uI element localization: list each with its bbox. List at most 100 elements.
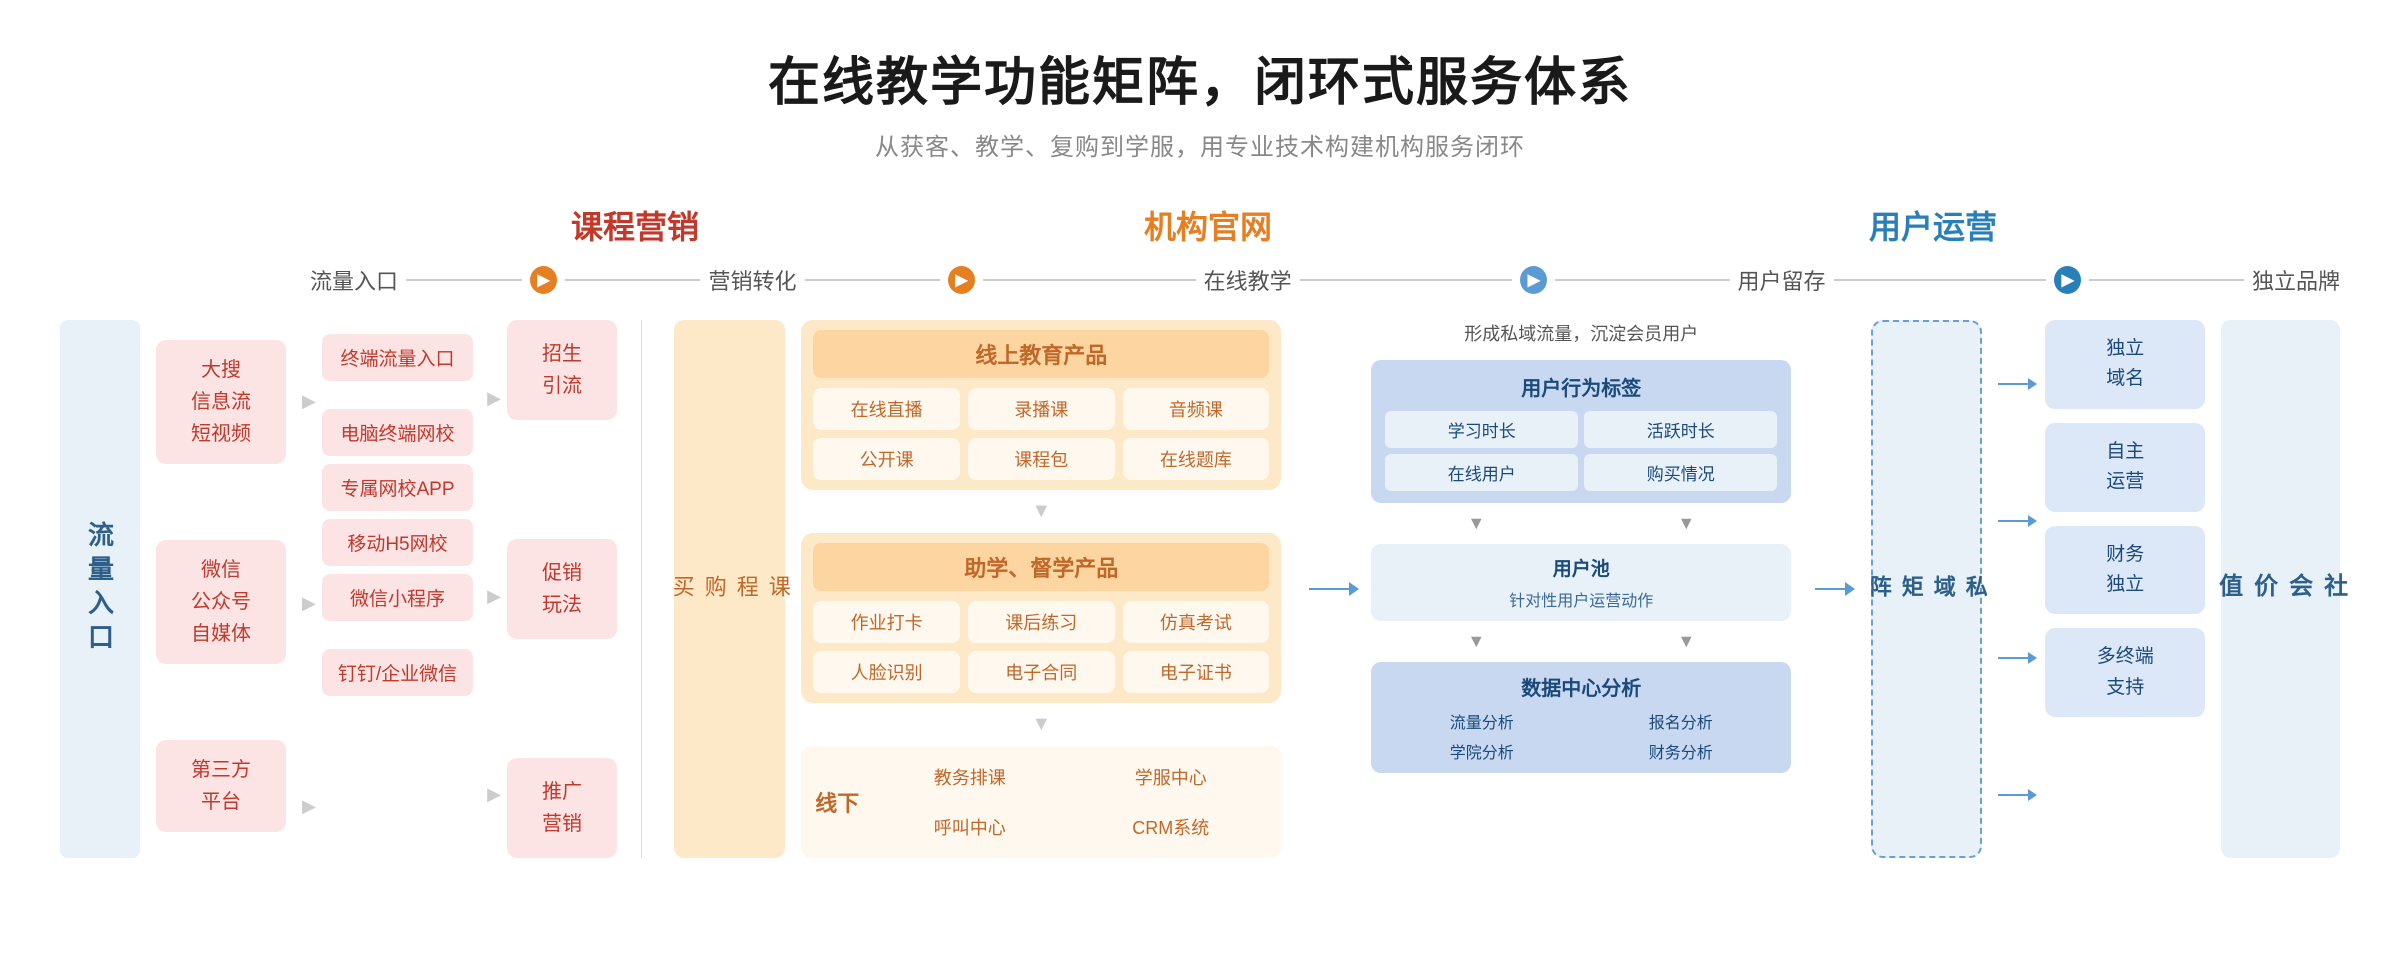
flow-bar: 流量入口 ▶ 营销转化 ▶ 在线教学 ▶ 用户留存 ▶ 独立品牌 — [60, 264, 2340, 296]
online-items-grid: 在线直播 录播课 音频课 公开课 课程包 在线题库 — [813, 388, 1269, 480]
online-item-4: 课程包 — [968, 438, 1115, 480]
arrow-to-private — [1815, 582, 1855, 596]
traffic-source-1: 微信公众号自媒体 — [156, 540, 286, 664]
user-retention-section: 形成私域流量，沉淀会员用户 用户行为标签 学习时长 活跃时长 在线用户 购买情况… — [1371, 320, 1791, 858]
down-arrow-2: ▼ — [801, 713, 1281, 736]
user-pool-title: 用户池 — [1385, 554, 1777, 581]
flow-line-2 — [565, 279, 700, 281]
arrow-to-retention — [1309, 582, 1359, 596]
header: 在线教学功能矩阵，闭环式服务体系 从获客、教学、复购到学服，用专业技术构建机构服… — [60, 40, 2340, 162]
offline-label: 线下 — [815, 786, 859, 818]
divider-1 — [641, 320, 642, 858]
left-traffic-label: 流量入口 — [60, 320, 140, 858]
cat-operations: 用户运营 — [1526, 202, 2340, 248]
brand-item-2: 财务独立 — [2045, 526, 2205, 615]
brand-item-1: 自主运营 — [2045, 423, 2205, 512]
data-center-box: 数据中心分析 流量分析 报名分析 学院分析 财务分析 — [1371, 662, 1791, 773]
page-title: 在线教学功能矩阵，闭环式服务体系 — [60, 40, 2340, 115]
down-arrows-row: ▼ ▼ — [1371, 513, 1791, 534]
terminal-flow-2: 专属网校APP — [322, 464, 473, 511]
brand-items-section: 独立域名 自主运营 财务独立 多终端支持 — [2045, 320, 2205, 858]
conversion-1: 促销玩法 — [507, 539, 617, 639]
assist-item-1: 课后练习 — [968, 601, 1115, 643]
flow-line-6 — [1555, 279, 1729, 281]
conversion-2: 推广营销 — [507, 758, 617, 858]
online-item-3: 公开课 — [813, 438, 960, 480]
terminal-flow-1: 电脑终端网校 — [322, 409, 473, 456]
flow-step-2: 营销转化 — [708, 264, 796, 296]
assist-item-3: 人脸识别 — [813, 651, 960, 693]
terminal-flow-5: 钉钉/企业微信 — [322, 649, 473, 696]
brand-item-0: 独立域名 — [2045, 320, 2205, 409]
down-arrow-1: ▼ — [801, 500, 1281, 523]
behavior-tag-0: 学习时长 — [1385, 411, 1578, 448]
behavior-tag-3: 购买情况 — [1584, 454, 1777, 491]
offline-item-3: CRM系统 — [1074, 806, 1267, 848]
categories-row: 课程营销 机构官网 用户运营 — [60, 202, 2340, 248]
flow-line-5 — [1300, 279, 1513, 281]
flow-step-3: 在线教学 — [1204, 264, 1292, 296]
assist-box: 助学、督学产品 作业打卡 课后练习 仿真考试 人脸识别 电子合同 电子证书 — [801, 533, 1281, 703]
assist-item-0: 作业打卡 — [813, 601, 960, 643]
course-purchase-label: 课程购买 — [674, 320, 785, 858]
data-item-2: 学院分析 — [1385, 739, 1578, 763]
data-item-3: 财务分析 — [1584, 739, 1777, 763]
data-item-1: 报名分析 — [1584, 709, 1777, 733]
assist-item-4: 电子合同 — [968, 651, 1115, 693]
brand-item-3: 多终端支持 — [2045, 628, 2205, 717]
online-edu-title: 线上教育产品 — [813, 330, 1269, 378]
offline-items: 教务排课 学服中心 呼叫中心 CRM系统 — [873, 756, 1267, 848]
online-teaching-section: 线上教育产品 在线直播 录播课 音频课 公开课 课程包 在线题库 ▼ 助学、督学… — [801, 320, 1281, 858]
brand-arrow-0 — [1998, 378, 2037, 390]
online-item-0: 在线直播 — [813, 388, 960, 430]
behavior-tag-2: 在线用户 — [1385, 454, 1578, 491]
flow-step-4: 用户留存 — [1738, 264, 1826, 296]
assist-title: 助学、督学产品 — [813, 543, 1269, 591]
terminal-flows: 终端流量入口 电脑终端网校 专属网校APP 移动H5网校 微信小程序 钉钉/企业… — [322, 320, 473, 858]
assist-grid: 作业打卡 课后练习 仿真考试 人脸识别 电子合同 电子证书 — [813, 601, 1269, 693]
data-center-grid: 流量分析 报名分析 学院分析 财务分析 — [1385, 709, 1777, 763]
behavior-tags-title: 用户行为标签 — [1385, 372, 1777, 401]
traffic-sources: 大搜信息流短视频 微信公众号自媒体 第三方平台 — [156, 320, 286, 858]
flow-line-7 — [1834, 279, 2047, 281]
main-content: 流量入口 大搜信息流短视频 微信公众号自媒体 第三方平台 ▶ ▶ ▶ 终端流量入… — [60, 320, 2340, 858]
traffic-arrows: ▶ ▶ ▶ — [302, 320, 316, 858]
cat-marketing: 课程营销 — [420, 202, 850, 248]
flow-dot-1: ▶ — [530, 266, 557, 294]
brand-arrow-2 — [1998, 652, 2037, 664]
conversion-0: 招生引流 — [507, 320, 617, 420]
offline-item-0: 教务排课 — [873, 756, 1066, 798]
flow-step-1: 流量入口 — [310, 264, 398, 296]
brand-arrow-3 — [1998, 789, 2037, 801]
cat-website: 机构官网 — [970, 202, 1446, 248]
terminal-flow-0: 终端流量入口 — [322, 334, 473, 381]
offline-item-1: 学服中心 — [1074, 756, 1267, 798]
private-matrix-label: 私域矩阵 — [1871, 320, 1982, 858]
flow-dot-3: ▶ — [1520, 266, 1547, 294]
page-subtitle: 从获客、教学、复购到学服，用专业技术构建机构服务闭环 — [60, 127, 2340, 162]
data-item-0: 流量分析 — [1385, 709, 1578, 733]
user-pool-sub: 针对性用户运营动作 — [1385, 587, 1777, 611]
online-education-box: 线上教育产品 在线直播 录播课 音频课 公开课 课程包 在线题库 — [801, 320, 1281, 490]
brand-arrow-1 — [1998, 515, 2037, 527]
down-arrows-row-2: ▼ ▼ — [1371, 631, 1791, 652]
terminal-flow-4: 微信小程序 — [322, 574, 473, 621]
online-item-5: 在线题库 — [1123, 438, 1270, 480]
flow-dot-2: ▶ — [948, 266, 975, 294]
flow-line-1 — [406, 279, 522, 281]
social-value-label: 社会价值 — [2221, 320, 2340, 858]
user-pool-box: 用户池 针对性用户运营动作 — [1371, 544, 1791, 621]
flow-line-3 — [805, 279, 940, 281]
behavior-tag-1: 活跃时长 — [1584, 411, 1777, 448]
online-item-1: 录播课 — [968, 388, 1115, 430]
flow-dot-4: ▶ — [2054, 266, 2081, 294]
assist-item-5: 电子证书 — [1123, 651, 1270, 693]
online-item-2: 音频课 — [1123, 388, 1270, 430]
page-container: 在线教学功能矩阵，闭环式服务体系 从获客、教学、复购到学服，用专业技术构建机构服… — [0, 0, 2400, 898]
offline-item-2: 呼叫中心 — [873, 806, 1066, 848]
behavior-tags-box: 用户行为标签 学习时长 活跃时长 在线用户 购买情况 — [1371, 360, 1791, 503]
brand-arrows — [1998, 320, 2037, 858]
flow-line-4 — [983, 279, 1196, 281]
retention-header: 形成私域流量，沉淀会员用户 — [1371, 320, 1791, 346]
behavior-tags-grid: 学习时长 活跃时长 在线用户 购买情况 — [1385, 411, 1777, 491]
